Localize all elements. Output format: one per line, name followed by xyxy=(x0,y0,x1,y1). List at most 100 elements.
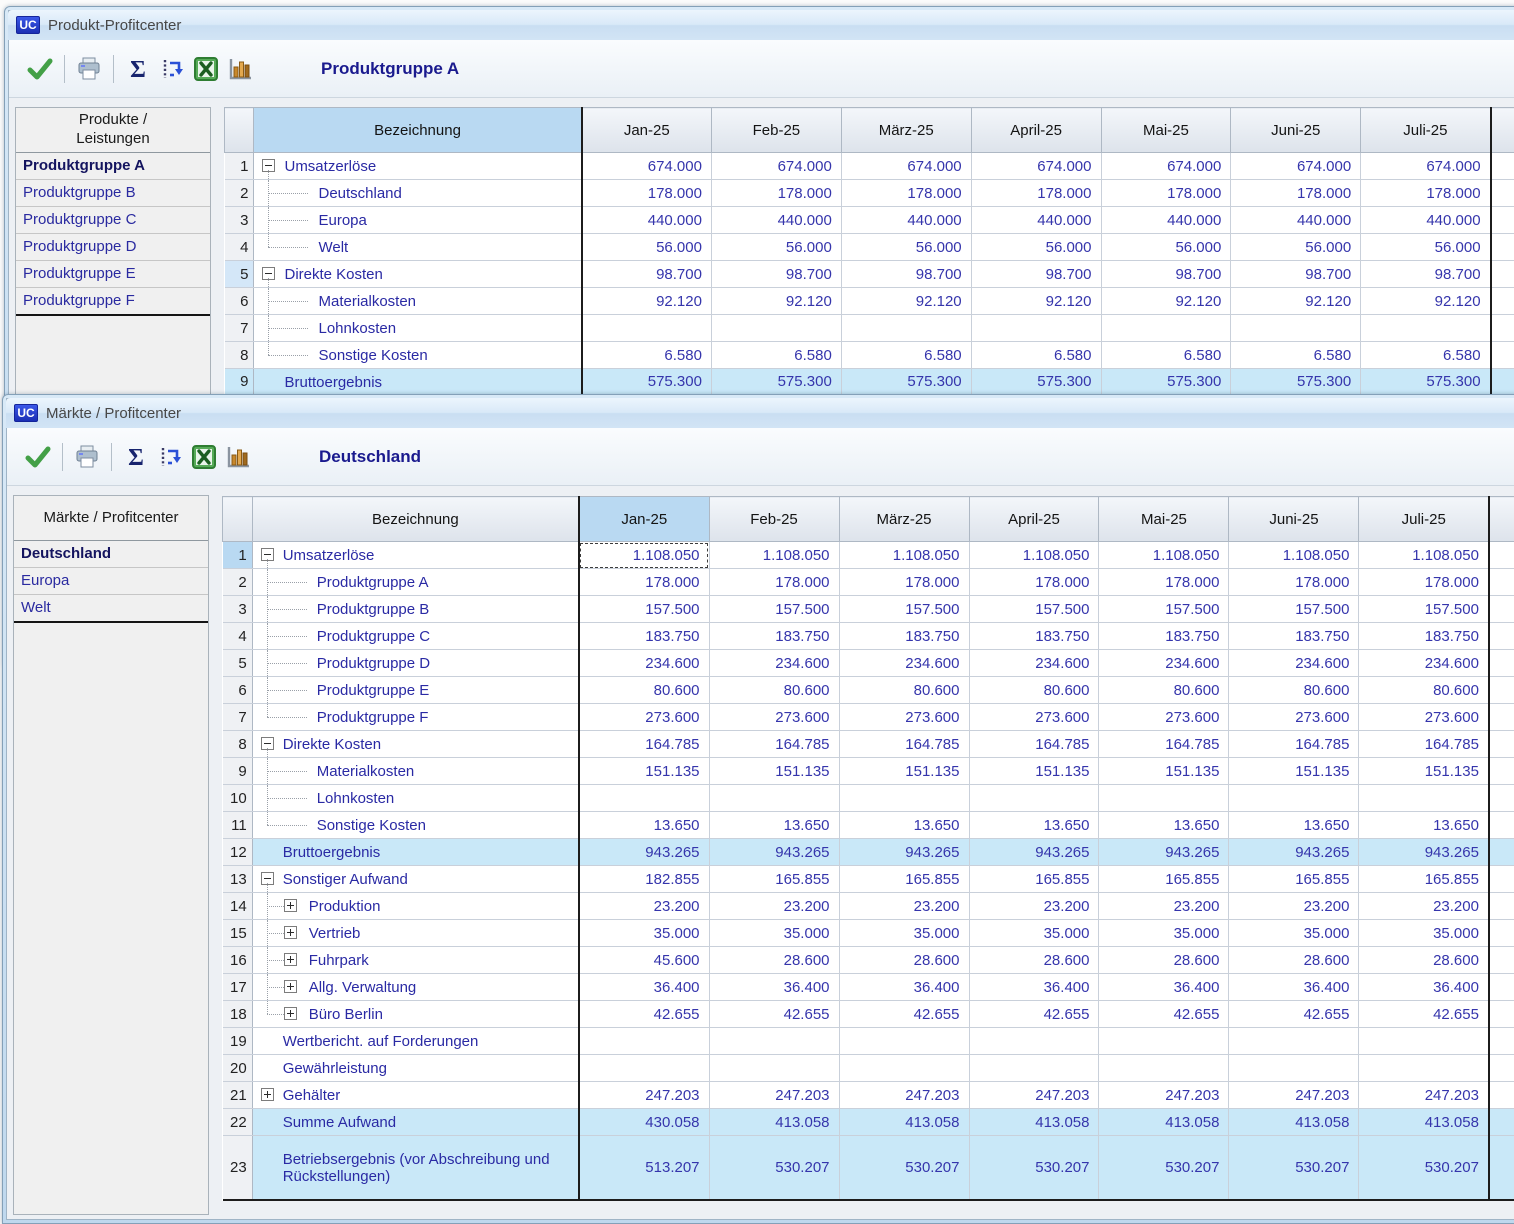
value-cell[interactable]: 151.135 xyxy=(1099,758,1229,785)
value-cell[interactable]: 6.580 xyxy=(971,342,1101,369)
sidebar-item[interactable]: Welt xyxy=(14,595,208,622)
value-cell[interactable]: 92.120 xyxy=(582,288,712,315)
row-number-cell[interactable]: 7 xyxy=(223,704,253,731)
value-cell[interactable]: 178.000 xyxy=(1231,180,1361,207)
row-number-cell[interactable]: 18 xyxy=(223,1001,253,1028)
value-cell[interactable]: 273.600 xyxy=(709,704,839,731)
label-cell[interactable]: Bruttoergebnis xyxy=(254,369,582,396)
value-cell[interactable]: 234.600 xyxy=(1229,650,1359,677)
value-cell[interactable] xyxy=(1359,1028,1489,1055)
value-cell[interactable]: 164.785 xyxy=(1359,731,1489,758)
sum-icon[interactable]: Σ xyxy=(119,440,153,474)
expand-icon[interactable] xyxy=(284,926,297,939)
label-cell[interactable]: Produktion xyxy=(252,893,579,920)
value-cell[interactable] xyxy=(1359,1055,1489,1082)
value-cell[interactable]: 178.000 xyxy=(579,569,709,596)
value-cell[interactable]: 164.785 xyxy=(1229,731,1359,758)
value-cell[interactable]: 178.000 xyxy=(971,180,1101,207)
value-cell[interactable]: 13.650 xyxy=(969,812,1099,839)
row-number-cell[interactable]: 21 xyxy=(223,1082,253,1109)
value-cell[interactable]: 157.500 xyxy=(1229,596,1359,623)
value-cell[interactable]: 943.265 xyxy=(969,839,1099,866)
value-cell[interactable]: 178.000 xyxy=(711,180,841,207)
row-number-cell[interactable]: 1 xyxy=(225,153,254,180)
value-cell[interactable]: 80.600 xyxy=(1359,677,1489,704)
value-cell[interactable] xyxy=(971,315,1101,342)
value-cell[interactable]: 183.750 xyxy=(1359,623,1489,650)
expand-icon[interactable] xyxy=(284,899,297,912)
value-cell[interactable] xyxy=(1229,785,1359,812)
label-cell[interactable]: Fuhrpark xyxy=(252,947,579,974)
value-cell[interactable]: 530.207 xyxy=(839,1136,969,1200)
value-cell[interactable]: 674.000 xyxy=(711,153,841,180)
value-cell[interactable]: 13.650 xyxy=(1099,812,1229,839)
value-cell[interactable]: 674.000 xyxy=(1101,153,1231,180)
value-cell[interactable]: 23.200 xyxy=(1099,893,1229,920)
value-cell[interactable]: 80.600 xyxy=(579,677,709,704)
value-cell[interactable]: 36.400 xyxy=(1359,974,1489,1001)
row-number-cell[interactable]: 8 xyxy=(223,731,253,758)
sidebar-item[interactable]: Produktgruppe B xyxy=(16,180,210,207)
value-cell[interactable]: 273.600 xyxy=(1099,704,1229,731)
row-number-cell[interactable]: 10 xyxy=(223,785,253,812)
value-cell[interactable]: 575.300 xyxy=(971,369,1101,396)
chart-icon[interactable] xyxy=(223,52,257,86)
value-cell[interactable]: 1.108.050 xyxy=(709,542,839,569)
value-cell[interactable]: 35.000 xyxy=(579,920,709,947)
value-cell[interactable]: 164.785 xyxy=(839,731,969,758)
value-cell[interactable]: 234.600 xyxy=(839,650,969,677)
value-cell[interactable]: 183.750 xyxy=(579,623,709,650)
value-cell[interactable]: 413.058 xyxy=(1099,1109,1229,1136)
value-cell[interactable]: 36.400 xyxy=(579,974,709,1001)
column-header-month[interactable]: Juli-25 xyxy=(1359,497,1489,542)
label-cell[interactable]: Vertrieb xyxy=(252,920,579,947)
value-cell[interactable]: 234.600 xyxy=(1359,650,1489,677)
row-number-cell[interactable]: 9 xyxy=(225,369,254,396)
value-cell[interactable]: 92.120 xyxy=(1101,288,1231,315)
value-cell[interactable]: 575.300 xyxy=(1231,369,1361,396)
value-cell[interactable]: 178.000 xyxy=(1101,180,1231,207)
value-cell[interactable] xyxy=(579,785,709,812)
value-cell[interactable]: 36.400 xyxy=(1229,974,1359,1001)
value-cell[interactable]: 157.500 xyxy=(839,596,969,623)
value-cell[interactable]: 530.207 xyxy=(1359,1136,1489,1200)
value-cell[interactable]: 183.750 xyxy=(709,623,839,650)
row-number-cell[interactable]: 23 xyxy=(223,1136,253,1200)
row-number-cell[interactable]: 2 xyxy=(223,569,253,596)
value-cell[interactable]: 234.600 xyxy=(709,650,839,677)
value-cell[interactable]: 178.000 xyxy=(839,569,969,596)
value-cell[interactable]: 182.855 xyxy=(579,866,709,893)
value-cell[interactable]: 6.580 xyxy=(582,342,712,369)
value-cell[interactable]: 440.000 xyxy=(1101,207,1231,234)
label-cell[interactable]: Umsatzerlöse xyxy=(254,153,582,180)
value-cell[interactable]: 98.700 xyxy=(971,261,1101,288)
value-cell[interactable]: 151.135 xyxy=(1229,758,1359,785)
value-cell[interactable]: 13.650 xyxy=(1359,812,1489,839)
label-cell[interactable]: Produktgruppe E xyxy=(252,677,579,704)
row-number-cell[interactable]: 20 xyxy=(223,1055,253,1082)
row-number-cell[interactable]: 15 xyxy=(223,920,253,947)
value-cell[interactable]: 234.600 xyxy=(1099,650,1229,677)
value-cell[interactable]: 56.000 xyxy=(1361,234,1491,261)
value-cell[interactable]: 247.203 xyxy=(1229,1082,1359,1109)
value-cell[interactable]: 165.855 xyxy=(1099,866,1229,893)
value-cell[interactable]: 36.400 xyxy=(1099,974,1229,1001)
confirm-icon[interactable] xyxy=(23,52,57,86)
value-cell[interactable] xyxy=(841,315,971,342)
value-cell[interactable] xyxy=(839,1028,969,1055)
value-cell[interactable]: 13.650 xyxy=(839,812,969,839)
row-number-cell[interactable]: 14 xyxy=(223,893,253,920)
value-cell[interactable]: 36.400 xyxy=(839,974,969,1001)
label-cell[interactable]: Sonstiger Aufwand xyxy=(252,866,579,893)
label-cell[interactable]: Direkte Kosten xyxy=(252,731,579,758)
value-cell[interactable]: 413.058 xyxy=(709,1109,839,1136)
value-cell[interactable] xyxy=(709,1055,839,1082)
value-cell[interactable]: 943.265 xyxy=(1359,839,1489,866)
label-cell[interactable]: Produktgruppe B xyxy=(252,596,579,623)
value-cell[interactable] xyxy=(1099,785,1229,812)
value-cell[interactable] xyxy=(711,315,841,342)
value-cell[interactable]: 35.000 xyxy=(709,920,839,947)
value-cell[interactable]: 6.580 xyxy=(711,342,841,369)
row-number-cell[interactable]: 6 xyxy=(225,288,254,315)
value-cell[interactable]: 165.855 xyxy=(709,866,839,893)
